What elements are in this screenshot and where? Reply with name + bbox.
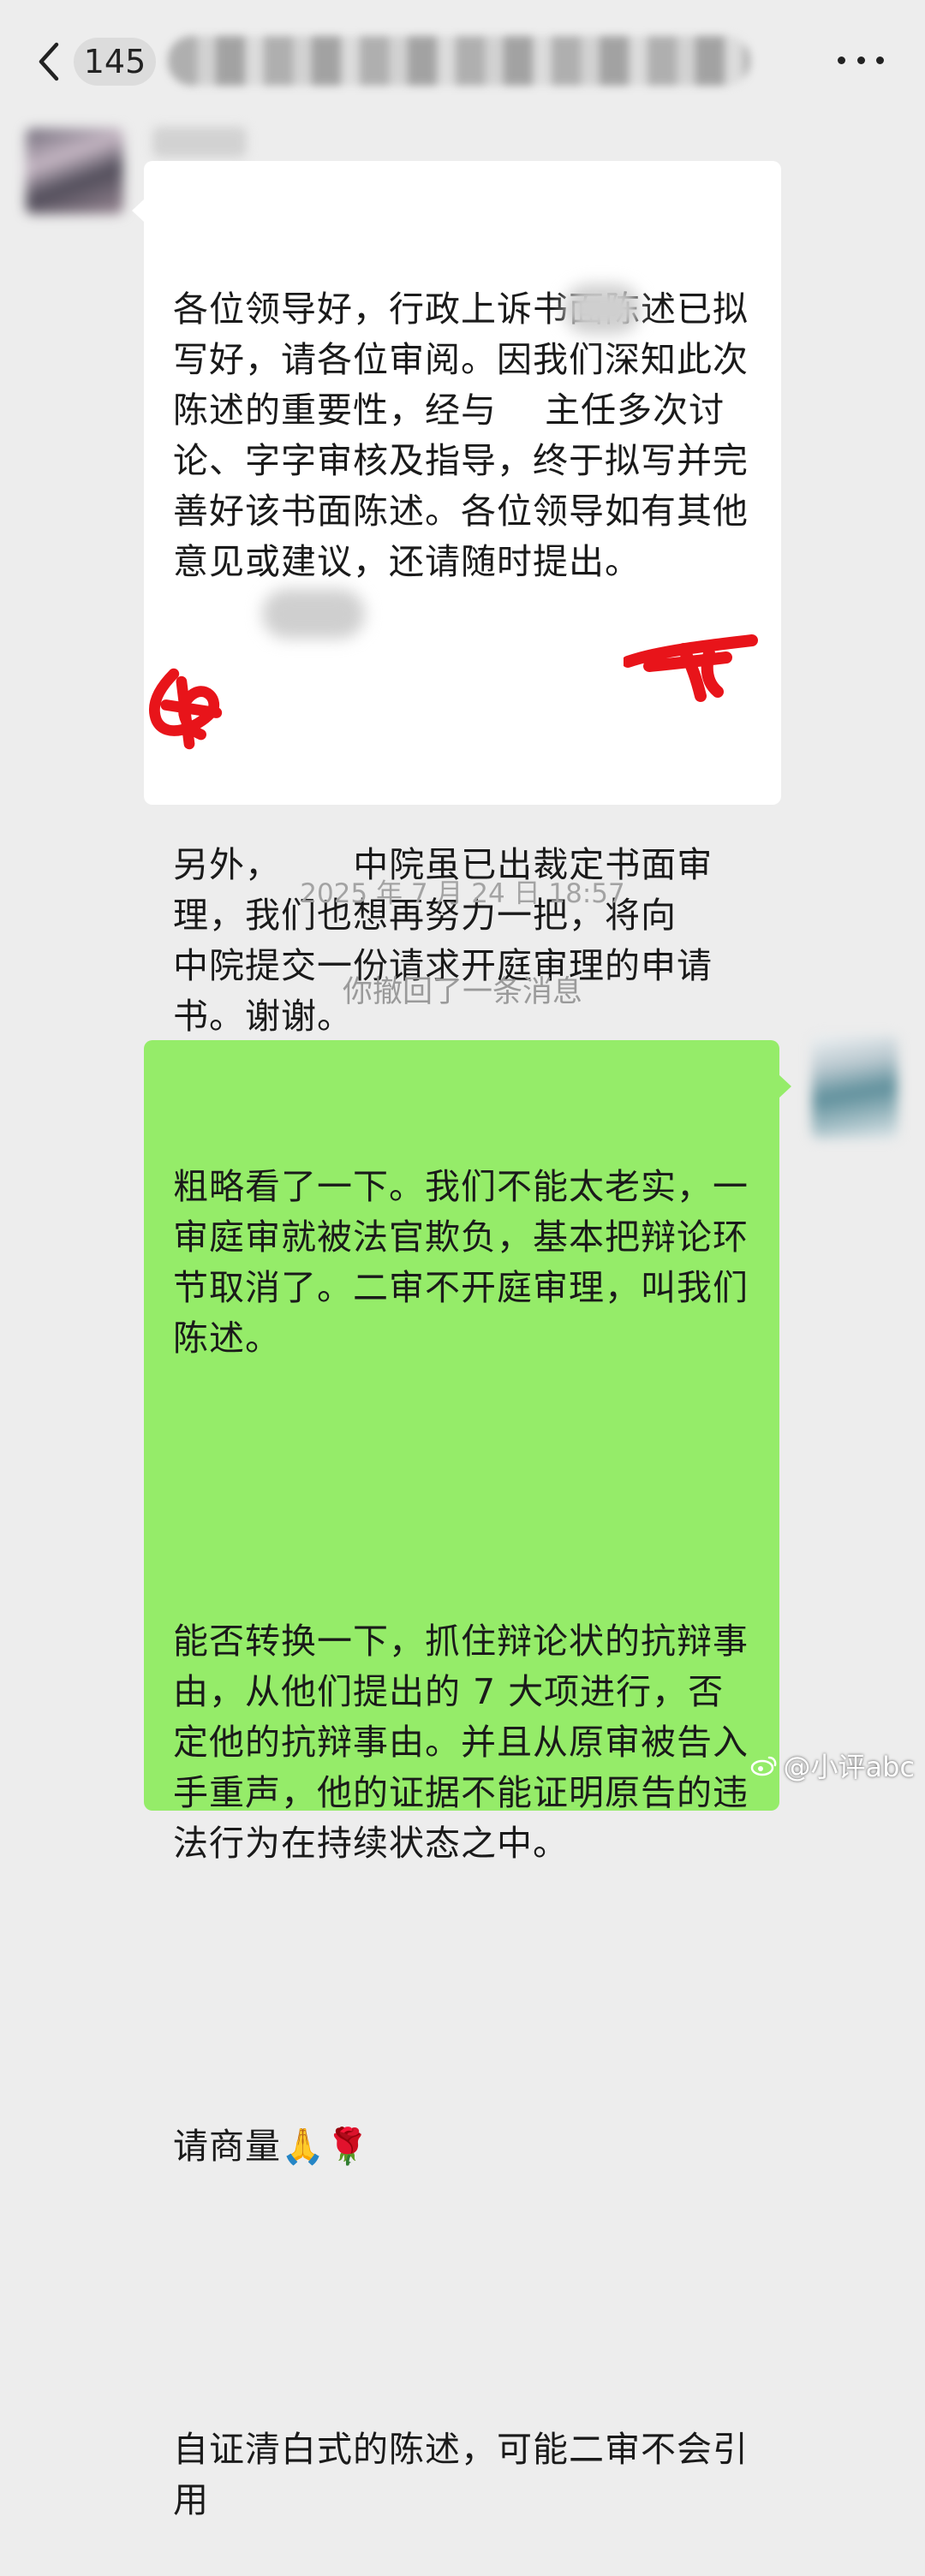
outgoing-message-bubble[interactable]: 粗略看了一下。我们不能太老实，一审庭审就被法官欺负，基本把辩论环节取消了。二审不… [144,1040,791,2520]
unread-count-badge[interactable]: 145 [74,38,156,86]
redaction-blur [564,284,641,334]
redaction-blur [262,589,365,639]
incoming-message-bubble[interactable]: 各位领导好，行政上诉书面陈述已拟写好，请各位审阅。因我们深知此次陈述的重要性，经… [132,161,781,1037]
self-avatar[interactable] [812,1036,898,1139]
chat-header: 145 [0,0,925,120]
weibo-logo-icon [751,1756,777,1776]
message-paragraph: 自证清白式的陈述，可能二审不会引用 [173,2429,749,2520]
sender-avatar[interactable] [26,128,123,214]
watermark-text: @小评abc [783,1751,915,1783]
recall-notice[interactable]: 你撤回了一条消息 [0,967,925,1011]
chevron-left-icon[interactable] [33,39,67,84]
chat-title-blurred [168,36,750,86]
message-paragraph: 能否转换一下，抓住辩论状的抗辩事由，从他们提出的 7 大项进行，否定他的抗辩事由… [173,1621,749,1864]
red-annotation-scribble [624,634,758,702]
message-timestamp: 2025 年 7 月 24 日 18:57 [300,878,625,909]
red-annotation-scribble [148,668,223,750]
message-paragraph: 各位领导好，行政上诉书面陈述已拟写好，请各位审阅。因我们深知此次陈述的重要性，经… [173,289,749,582]
message-paragraph: 粗略看了一下。我们不能太老实，一审庭审就被法官欺负，基本把辩论环节取消了。二审不… [173,1166,749,1359]
message-paragraph: 请商量🙏🌹 [173,2126,371,2167]
sender-name-blurred [152,127,247,158]
more-dots-icon[interactable] [838,51,884,68]
watermark: @小评abc [750,1746,915,1785]
message-paragraph: 另外， 中院虽已出裁定书面审理，我们也想再努力一把，将向 中院提交一份请求开庭审… [173,844,725,1037]
